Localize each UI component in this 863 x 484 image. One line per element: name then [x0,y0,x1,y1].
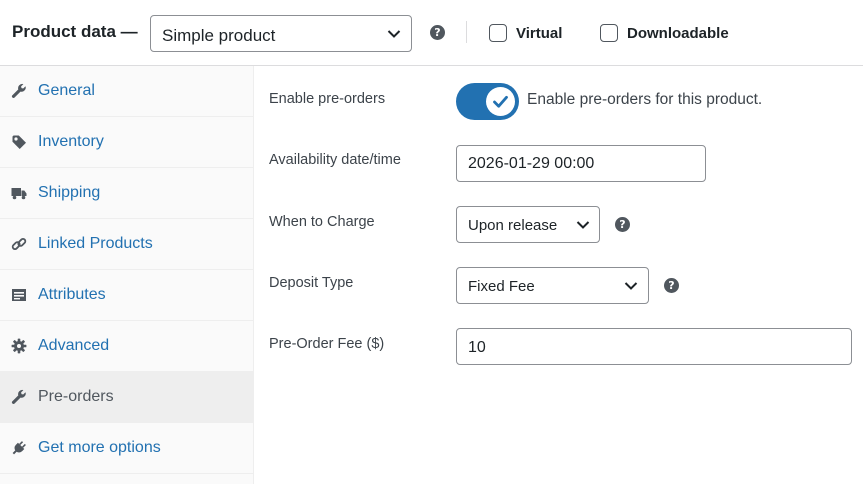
gear-icon [11,338,27,354]
product-data-title: Product data — [12,22,138,41]
preorder-fee-label: Pre-Order Fee ($) [269,336,385,352]
enable-preorders-toggle[interactable] [456,83,519,120]
plug-icon [12,441,26,455]
link-icon [11,237,27,251]
wrench-icon [11,83,26,98]
list-icon [12,289,26,301]
tab-label: Advanced [38,337,110,354]
tab-shipping[interactable]: Shipping [0,168,253,219]
tab-label: Pre-orders [38,388,114,405]
tab-attributes[interactable]: Attributes [0,270,253,321]
chevron-down-icon [387,30,401,38]
deposit-type-value: Fixed Fee [468,278,535,295]
tab-label: Linked Products [38,235,153,252]
tab-label: Attributes [38,286,106,303]
downloadable-label: Downloadable [627,25,729,42]
tab-label: General [38,82,95,99]
availability-label: Availability date/time [269,152,401,168]
help-icon[interactable]: ? [430,25,445,40]
tab-pre-orders[interactable]: Pre-orders [0,372,253,423]
when-to-charge-select[interactable]: Upon release [456,206,600,243]
help-icon[interactable]: ? [615,217,630,232]
check-icon [493,95,508,108]
chevron-down-icon [576,221,590,229]
preorder-fee-input[interactable]: 10 [456,328,852,365]
virtual-checkbox[interactable] [489,24,507,42]
tab-general[interactable]: General [0,66,253,117]
tab-label: Shipping [38,184,101,201]
tab-get-more-options[interactable]: Get more options [0,423,253,474]
tab-label: Inventory [38,133,104,150]
availability-datetime-input[interactable]: 2026-01-29 00:00 [456,145,706,182]
tag-icon [12,135,26,149]
enable-preorders-label: Enable pre-orders [269,91,386,107]
enable-preorders-description: Enable pre-orders for this product. [527,91,763,108]
tab-advanced[interactable]: Advanced [0,321,253,372]
deposit-type-select[interactable]: Fixed Fee [456,267,649,304]
header-divider [466,21,467,43]
truck-icon [11,188,27,200]
product-type-select[interactable]: Simple product [150,15,412,52]
toggle-knob [486,87,515,116]
virtual-label: Virtual [516,25,563,42]
tab-label: Get more options [38,439,161,456]
product-type-value: Simple product [162,26,276,45]
when-to-charge-label: When to Charge [269,214,375,230]
chevron-down-icon [624,282,638,290]
product-data-tabs: General Inventory Shipping Linked Produc… [0,66,254,484]
downloadable-checkbox[interactable] [600,24,618,42]
tab-linked-products[interactable]: Linked Products [0,219,253,270]
help-icon[interactable]: ? [664,278,679,293]
preorder-fee-value: 10 [468,339,486,356]
when-to-charge-value: Upon release [468,217,558,234]
tab-inventory[interactable]: Inventory [0,117,253,168]
deposit-type-label: Deposit Type [269,275,354,291]
availability-value: 2026-01-29 00:00 [468,155,595,172]
wrench-icon [11,389,26,404]
product-data-header: Product data — Simple product ? Virtual … [0,0,863,66]
